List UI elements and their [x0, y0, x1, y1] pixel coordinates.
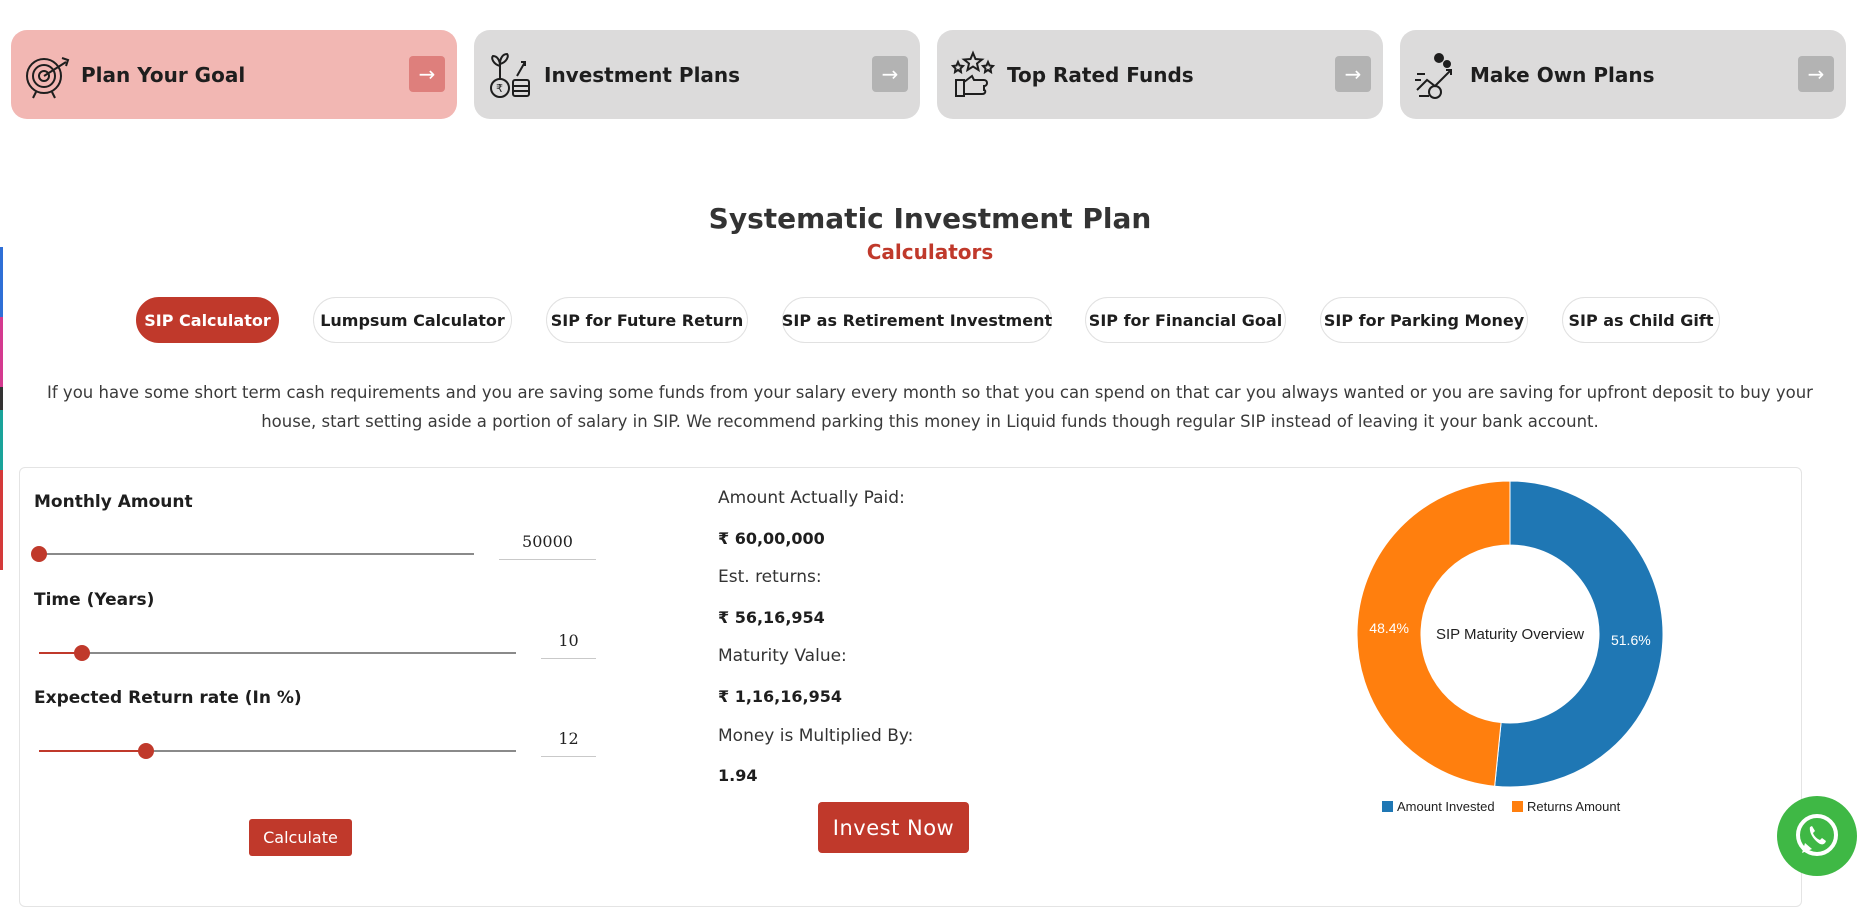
- rating-stars-icon: [945, 47, 1001, 103]
- chart-title: SIP Maturity Overview: [1436, 626, 1584, 643]
- time-years-label: Time (Years): [34, 590, 155, 610]
- tab-sip-calculator[interactable]: SIP Calculator: [136, 297, 279, 343]
- slider-fill: [39, 750, 147, 752]
- time-years-slider[interactable]: [39, 645, 516, 661]
- calculate-button[interactable]: Calculate: [249, 819, 352, 856]
- legend-label: Amount Invested: [1397, 799, 1495, 814]
- slider-handle[interactable]: [31, 546, 47, 562]
- monthly-amount-label: Monthly Amount: [34, 492, 193, 512]
- maturity-value: ₹ 1,16,16,954: [718, 687, 842, 706]
- calculator-description: If you have some short term cash require…: [47, 383, 1813, 431]
- donut-data-label: 48.4%: [1369, 620, 1409, 636]
- tab-sip-child-gift[interactable]: SIP as Child Gift: [1562, 297, 1720, 343]
- legend-item-amount-invested[interactable]: Amount Invested: [1382, 799, 1495, 814]
- invest-now-button[interactable]: Invest Now: [818, 802, 969, 853]
- return-rate-slider[interactable]: [39, 743, 516, 759]
- card-title: Make Own Plans: [1470, 62, 1655, 87]
- tab-sip-financial-goal[interactable]: SIP for Financial Goal: [1085, 297, 1286, 343]
- return-rate-label: Expected Return rate (In %): [34, 688, 302, 708]
- multiplier-label: Money is Multiplied By:: [718, 726, 914, 746]
- est-returns-value: ₹ 56,16,954: [718, 608, 825, 627]
- tab-sip-future-return[interactable]: SIP for Future Return: [546, 297, 748, 343]
- donut-data-label: 51.6%: [1611, 632, 1651, 648]
- card-make-own-plans[interactable]: Make Own Plans →: [1400, 30, 1846, 119]
- tab-sip-retirement[interactable]: SIP as Retirement Investment: [782, 297, 1052, 343]
- tab-sip-parking-money[interactable]: SIP for Parking Money: [1320, 297, 1528, 343]
- legend-item-returns-amount[interactable]: Returns Amount: [1512, 799, 1621, 814]
- arrow-right-icon[interactable]: →: [1798, 56, 1834, 92]
- money-growth-icon: ₹: [482, 47, 538, 103]
- legend-swatch: [1512, 801, 1523, 812]
- whatsapp-icon[interactable]: [1777, 796, 1857, 876]
- monthly-amount-slider[interactable]: [31, 546, 474, 562]
- arrow-right-icon[interactable]: →: [409, 56, 445, 92]
- card-plan-your-goal[interactable]: Plan Your Goal →: [11, 30, 457, 119]
- return-rate-input[interactable]: 12: [541, 722, 596, 757]
- donut-chart-svg: 51.6% 48.4% SIP Maturity Overview Amount In…: [1356, 480, 1664, 814]
- plan-chart-icon: [1408, 47, 1464, 103]
- amount-paid-label: Amount Actually Paid:: [718, 488, 905, 508]
- card-title: Investment Plans: [544, 62, 741, 87]
- monthly-amount-input[interactable]: 50000: [499, 525, 596, 560]
- legend-label: Returns Amount: [1527, 799, 1621, 814]
- card-title: Top Rated Funds: [1007, 62, 1194, 87]
- legend-swatch: [1382, 801, 1393, 812]
- sip-maturity-chart: 51.6% 48.4% SIP Maturity Overview Amount In…: [1340, 474, 1680, 834]
- left-edge-strip-teal: [0, 410, 3, 470]
- left-edge-strip-red: [0, 470, 3, 570]
- amount-paid-value: ₹ 60,00,000: [718, 529, 825, 548]
- arrow-right-icon[interactable]: →: [872, 56, 908, 92]
- maturity-value-label: Maturity Value:: [718, 646, 847, 666]
- card-investment-plans[interactable]: ₹ Investment Plans →: [474, 30, 920, 119]
- target-icon: [19, 47, 75, 103]
- svg-text:₹: ₹: [496, 82, 503, 95]
- left-edge-strip-dark: [0, 387, 3, 410]
- left-edge-strip-pink: [0, 317, 3, 387]
- slider-handle[interactable]: [73, 645, 90, 661]
- page-title: Systematic Investment Plan: [708, 202, 1152, 235]
- arrow-right-icon[interactable]: →: [1335, 56, 1371, 92]
- page-subtitle: Calculators: [866, 240, 994, 264]
- est-returns-label: Est. returns:: [718, 567, 822, 587]
- goal-cards: Plan Your Goal → ₹ Investment Plans → To…: [11, 30, 1846, 119]
- time-years-input[interactable]: 10: [541, 624, 596, 659]
- multiplier-value: 1.94: [718, 766, 758, 785]
- card-top-rated-funds[interactable]: Top Rated Funds →: [937, 30, 1383, 119]
- card-title: Plan Your Goal: [81, 62, 246, 87]
- tab-lumpsum-calculator[interactable]: Lumpsum Calculator: [313, 297, 512, 343]
